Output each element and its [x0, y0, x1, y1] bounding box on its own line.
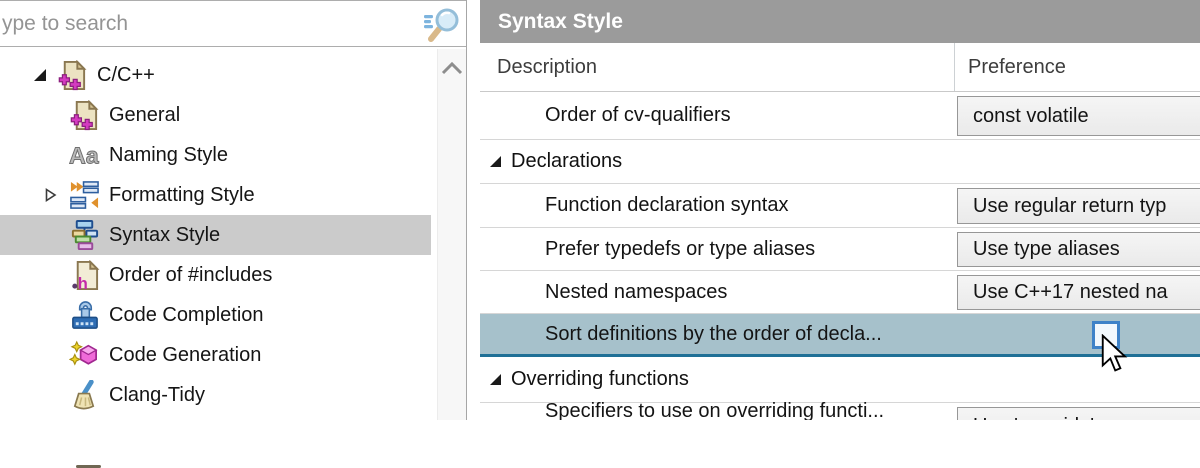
row-description: Nested namespaces: [545, 280, 728, 303]
row-description: Sort definitions by the order of decla..…: [545, 322, 882, 345]
options-sidebar: C/C++ General Aa Naming Style: [0, 0, 467, 468]
search-input[interactable]: [0, 1, 412, 46]
sidebar-item-code-generation[interactable]: Code Generation: [0, 335, 431, 375]
row-description: Order of cv-qualifiers: [545, 104, 731, 126]
sidebar-item-label: Clang-Tidy: [109, 383, 205, 406]
sidebar-item-label: Formatting Style: [109, 183, 255, 206]
sidebar-item-syntax-style[interactable]: Syntax Style: [0, 215, 431, 255]
sidebar-item-label: General: [109, 103, 181, 126]
column-divider: [954, 43, 955, 91]
preference-dropdown[interactable]: Use 'override': [957, 407, 1200, 420]
table-row[interactable]: Order of cv-qualifiers const volatile: [480, 92, 1200, 140]
expanded-arrow-icon[interactable]: [33, 68, 57, 82]
sidebar-item-formatting-style[interactable]: Formatting Style: [0, 175, 431, 215]
group-expanded-icon[interactable]: [489, 155, 502, 168]
preference-dropdown[interactable]: Use type aliases: [957, 232, 1200, 267]
code-completion-icon: [69, 300, 100, 331]
group-header: Overriding functions: [489, 357, 689, 402]
page-title: Syntax Style: [480, 0, 1200, 43]
collapsed-arrow-icon[interactable]: [45, 188, 69, 202]
group-label: Overriding functions: [511, 368, 689, 390]
svg-text:Aa: Aa: [69, 142, 100, 168]
row-description: Specifiers to use on overriding functi..…: [545, 400, 885, 420]
column-header-preference: Preference: [968, 56, 1066, 78]
group-header: Declarations: [489, 140, 622, 183]
formatting-style-icon: [69, 180, 100, 211]
svg-text:h: h: [78, 275, 88, 291]
sidebar-item-label: Code Generation: [109, 343, 262, 366]
preference-dropdown[interactable]: Use C++17 nested na: [957, 275, 1200, 310]
search-filter-icon[interactable]: [423, 6, 461, 43]
sidebar-scrollbar[interactable]: [437, 49, 466, 420]
group-label: Declarations: [511, 150, 623, 172]
table-group-row[interactable]: Overriding functions: [480, 357, 1200, 403]
column-header-description: Description: [497, 56, 598, 78]
sidebar-item-c-cpp[interactable]: C/C++: [0, 55, 431, 95]
general-document-icon: [69, 99, 100, 131]
preference-dropdown[interactable]: const volatile: [957, 96, 1200, 136]
preferences-table: Order of cv-qualifiers const volatile De…: [480, 92, 1200, 420]
table-header: Description Preference: [480, 43, 1200, 92]
row-description: Prefer typedefs or type aliases: [545, 237, 816, 260]
table-row[interactable]: Prefer typedefs or type aliases Use type…: [480, 228, 1200, 271]
sidebar-item-label: Syntax Style: [109, 223, 221, 246]
syntax-style-icon: [69, 219, 100, 251]
table-row[interactable]: Function declaration syntax Use regular …: [480, 184, 1200, 228]
sidebar-item-naming-style[interactable]: Aa Naming Style: [0, 135, 431, 175]
code-generation-icon: [69, 340, 100, 371]
sidebar-item-label: Order of #includes: [109, 263, 273, 286]
sidebar-item-general[interactable]: General: [0, 95, 431, 135]
row-description: Function declaration syntax: [545, 194, 789, 216]
group-expanded-icon[interactable]: [489, 373, 502, 386]
table-row[interactable]: Nested namespaces Use C++17 nested na: [480, 271, 1200, 314]
table-row[interactable]: Specifiers to use on overriding functi..…: [480, 400, 1200, 420]
settings-tree: C/C++ General Aa Naming Style Formatting…: [0, 48, 437, 468]
cpp-document-icon: [57, 59, 88, 91]
table-row-selected[interactable]: Sort definitions by the order of decla..…: [480, 314, 1200, 357]
sidebar-item-order-of-includes[interactable]: h Order of #includes: [0, 255, 431, 295]
preference-dropdown[interactable]: Use regular return typ: [957, 188, 1200, 224]
includes-order-icon: h: [69, 259, 100, 291]
clang-tidy-icon: [69, 379, 100, 411]
sidebar-item-label: Code Completion: [109, 303, 264, 326]
syntax-style-panel: Syntax Style Description Preference Orde…: [480, 0, 1200, 420]
sidebar-item-label: C/C++: [97, 63, 155, 86]
table-group-row[interactable]: Declarations: [480, 140, 1200, 184]
sidebar-item-label: Naming Style: [109, 143, 228, 166]
search-box[interactable]: [0, 0, 466, 47]
chevron-up-icon[interactable]: [440, 60, 464, 76]
sidebar-item-clang-tidy[interactable]: Clang-Tidy: [0, 375, 431, 415]
sidebar-item-code-completion[interactable]: Code Completion: [0, 295, 431, 335]
naming-style-icon: Aa: [69, 140, 100, 171]
mouse-cursor-icon: [1101, 334, 1128, 372]
